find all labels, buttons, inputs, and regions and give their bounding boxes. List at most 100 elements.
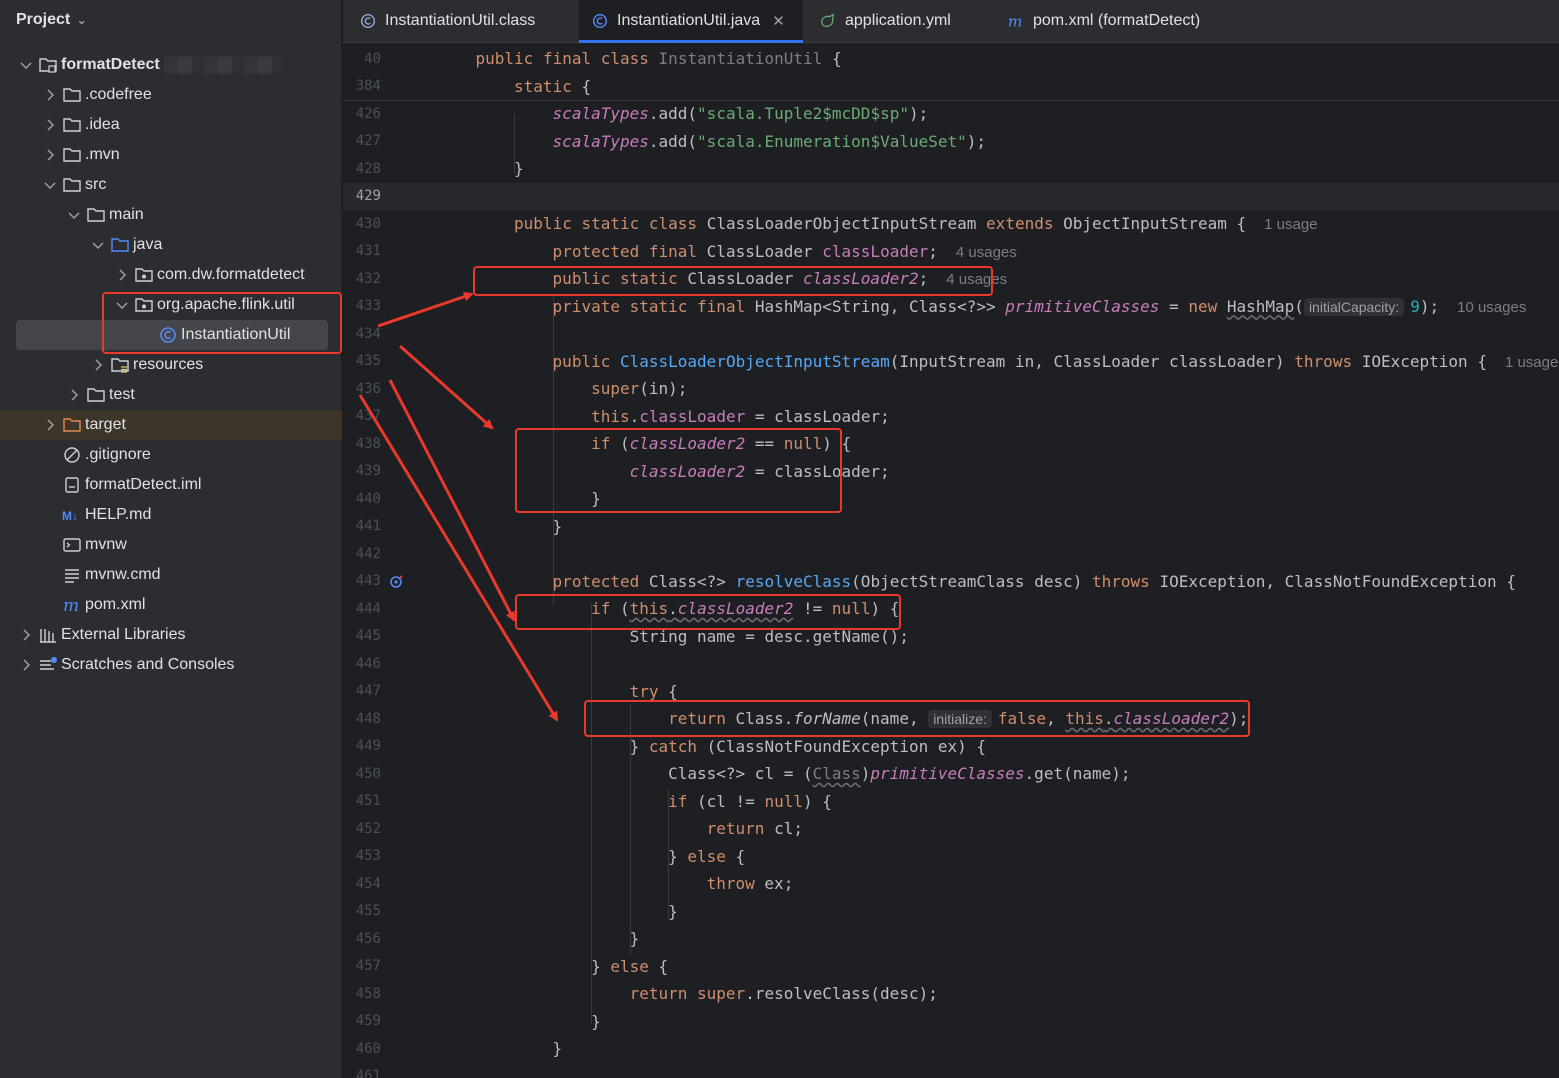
tree-item-mvnw-cmd[interactable]: mvnw.cmd (0, 560, 342, 590)
code-token: } (552, 1039, 563, 1058)
usage-count-hint[interactable]: 10 usages (1457, 299, 1526, 316)
chevron-right-icon[interactable] (42, 117, 58, 133)
chevron-right-icon[interactable] (42, 87, 58, 103)
code-line[interactable]: 427 scalaTypes.add("scala.Enumeration$Val… (343, 128, 1559, 155)
tree-item-help-md[interactable]: M↓ HELP.md (0, 500, 342, 530)
tree-item-test[interactable]: test (0, 380, 342, 410)
tree-item-gitignore[interactable]: .gitignore (0, 440, 342, 470)
tab-instantiationutil-class[interactable]: InstantiationUtil.class (347, 0, 575, 42)
code-line[interactable]: 435 public ClassLoaderObjectInputStream(I… (343, 348, 1559, 375)
tab-application-yml[interactable]: application.yml (807, 0, 991, 42)
tree-item-pom-xml[interactable]: m pom.xml (0, 590, 342, 620)
chevron-right-icon[interactable] (66, 387, 82, 403)
chevron-down-icon[interactable] (66, 207, 82, 223)
code-editor[interactable]: 40 public final class InstantiationUtil {… (343, 44, 1559, 1078)
code-text: } (553, 517, 563, 536)
tree-item-formatdetect-iml[interactable]: formatDetect.iml (0, 470, 342, 500)
code-token: IOException, ClassNotFoundException { (1159, 571, 1516, 591)
line-number: 452 (355, 820, 381, 837)
code-token: protected final (552, 241, 707, 261)
tree-item-formatdetect[interactable]: formatDetect (0, 50, 342, 80)
code-token: 9 (1410, 296, 1420, 316)
code-token: } (668, 901, 678, 921)
tab-instantiationutil-java[interactable]: InstantiationUtil.java ✕ (579, 0, 803, 43)
chevron-right-icon[interactable] (90, 357, 106, 373)
code-line[interactable]: 40 public final class InstantiationUtil { (343, 45, 1559, 72)
code-line[interactable]: 442 (343, 540, 1559, 567)
indent-guide (591, 604, 593, 1024)
code-token: { (668, 681, 678, 701)
chevron-right-icon[interactable] (18, 657, 34, 673)
code-line[interactable]: 455} (343, 898, 1559, 925)
tree-item-com-dw-formatdetect[interactable]: com.dw.formatdetect (0, 260, 342, 290)
code-line[interactable]: 428} (343, 155, 1559, 182)
code-line[interactable]: 450 Class<?> cl = (Class)primitiveClasses… (343, 760, 1559, 787)
code-text: protected Class<?> resolveClass(ObjectSt… (553, 572, 1516, 591)
line-number: 453 (355, 848, 381, 864)
tree-item-resources[interactable]: resources (0, 350, 342, 380)
code-line[interactable]: 457} else { (343, 953, 1559, 980)
code-line[interactable]: 452 return cl; (343, 815, 1559, 842)
sticky-scroll-header[interactable]: 40 public final class InstantiationUtil {… (343, 44, 1559, 101)
tab-pom-xml-formatdetect[interactable]: m pom.xml (formatDetect) (995, 0, 1235, 42)
chevron-right-icon[interactable] (42, 417, 58, 433)
chevron-down-icon[interactable] (18, 57, 34, 73)
code-token: } (591, 1011, 601, 1031)
code-line[interactable]: 437 this.classLoader = classLoader; (343, 403, 1559, 430)
tree-item-scratches-and-consoles[interactable]: Scratches and Consoles (0, 650, 342, 680)
code-line[interactable]: 426 scalaTypes.add("scala.Tuple2$mcDD$sp"… (343, 100, 1559, 127)
code-line[interactable]: 454 throw ex; (343, 870, 1559, 897)
code-line[interactable]: 433 private static final HashMap<String, … (343, 293, 1559, 320)
code-text: Class<?> cl = (Class)primitiveClasses.ge… (668, 764, 1130, 783)
project-view-selector[interactable]: Project ⌄ (16, 8, 87, 32)
close-icon[interactable]: ✕ (772, 12, 785, 30)
line-number: 456 (355, 930, 381, 947)
code-line[interactable]: 453} else { (343, 843, 1559, 870)
code-line[interactable]: 451 if (cl != null) { (343, 788, 1559, 815)
code-line[interactable]: 461 (343, 1063, 1559, 1078)
code-line[interactable]: 458 return super.resolveClass(desc); (343, 980, 1559, 1007)
code-line[interactable]: 446 (343, 650, 1559, 677)
tree-item-codefree[interactable]: .codefree (0, 80, 342, 110)
tree-item-mvnw[interactable]: mvnw (0, 530, 342, 560)
tree-item-mvn[interactable]: .mvn (0, 140, 342, 170)
code-line[interactable]: 384 static { (343, 73, 1559, 100)
code-line[interactable]: 429 (343, 182, 1559, 210)
line-number: 461 (355, 1068, 381, 1078)
tree-item-java[interactable]: java (0, 230, 342, 260)
tree-item-idea[interactable]: .idea (0, 110, 342, 140)
code-line[interactable]: 431 protected final ClassLoader classLoad… (343, 238, 1559, 265)
code-line[interactable]: 460} (343, 1035, 1559, 1062)
tree-item-src[interactable]: src (0, 170, 342, 200)
chevron-right-icon[interactable] (42, 147, 58, 163)
indent-guide (668, 789, 670, 919)
code-line[interactable]: 459} (343, 1008, 1559, 1035)
libraries-icon (38, 626, 58, 644)
code-token: try (629, 681, 669, 701)
tree-item-target[interactable]: target (0, 410, 342, 440)
code-token: public final class (475, 49, 659, 68)
chevron-down-icon[interactable] (42, 177, 58, 193)
code-line[interactable]: 436 super(in); (343, 375, 1559, 402)
chevron-right-icon[interactable] (114, 267, 130, 283)
code-line[interactable]: 441} (343, 513, 1559, 540)
code-token: primitiveClasses (1005, 296, 1160, 316)
code-token: extends (986, 214, 1064, 233)
usage-count-hint[interactable]: 4 usages (956, 244, 1017, 261)
code-text: return super.resolveClass(desc); (630, 984, 938, 1003)
code-line[interactable]: 434 (343, 320, 1559, 347)
usage-count-hint[interactable]: 1 usage (1264, 216, 1317, 233)
folder-icon (62, 146, 82, 164)
code-line[interactable]: 456} (343, 925, 1559, 952)
folder-icon (62, 86, 82, 104)
project-panel-title: Project (16, 11, 71, 28)
code-line[interactable]: 443 protected Class<?> resolveClass(Objec… (343, 568, 1559, 595)
line-number: 446 (355, 655, 381, 672)
tree-item-main[interactable]: main (0, 200, 342, 230)
usage-count-hint[interactable]: 1 usage (1505, 354, 1558, 371)
chevron-down-icon[interactable] (90, 237, 106, 253)
code-line[interactable]: 430 public static class ClassLoaderObject… (343, 210, 1559, 237)
override-method-icon[interactable] (389, 573, 405, 589)
tree-item-external-libraries[interactable]: External Libraries (0, 620, 342, 650)
chevron-right-icon[interactable] (18, 627, 34, 643)
